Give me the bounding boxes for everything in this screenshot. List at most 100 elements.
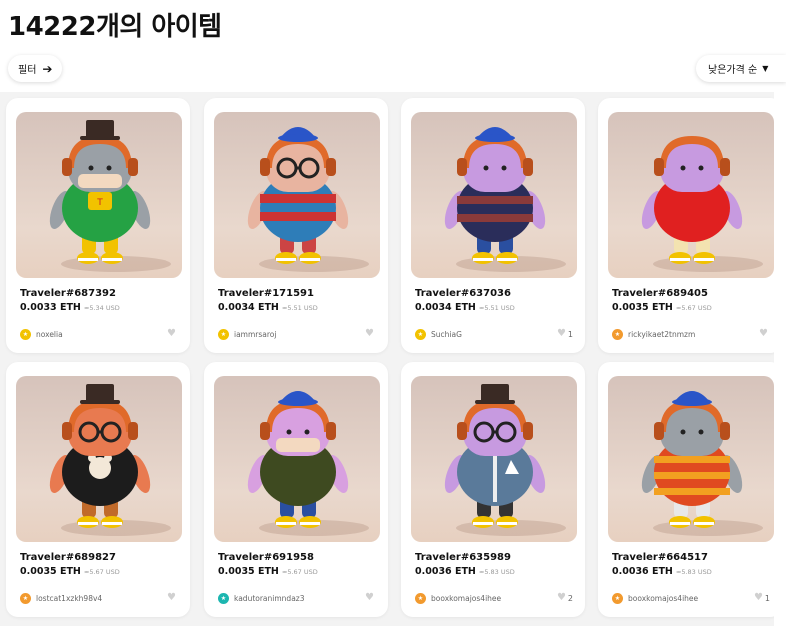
item-image[interactable] (16, 376, 182, 542)
price-usd: ≈5.67 USD (281, 568, 318, 576)
item-card[interactable]: T Traveler#687392 0.0033 ETH ≈5.34 USD ★ noxe… (6, 98, 190, 353)
item-image[interactable] (214, 112, 380, 278)
like-button[interactable]: ♥ (759, 329, 770, 339)
owner-name: booxkomajos4ihee (628, 594, 699, 603)
owner[interactable]: ★ booxkomajos4ihee (415, 593, 501, 604)
price-eth: 0.0034 ETH (415, 302, 476, 313)
like-count: 1 (567, 329, 573, 339)
svg-text:T: T (96, 198, 103, 208)
item-card[interactable]: Traveler#664517 0.0036 ETH ≈5.83 USD ★ booxk… (598, 362, 774, 617)
item-card[interactable]: Traveler#635989 0.0036 ETH ≈5.83 USD ★ booxk… (401, 362, 585, 617)
item-price: 0.0034 ETH ≈5.51 USD (415, 302, 515, 313)
owner-avatar: ★ (218, 593, 229, 604)
item-card[interactable]: Traveler#637036 0.0034 ETH ≈5.51 USD ★ Suchi… (401, 98, 585, 353)
item-price: 0.0034 ETH ≈5.51 USD (218, 302, 318, 313)
price-usd: ≈5.67 USD (83, 568, 120, 576)
owner-avatar: ★ (612, 593, 623, 604)
like-button[interactable]: ♥ (365, 329, 376, 339)
item-name: Traveler#687392 (20, 288, 116, 299)
owner-avatar: ★ (20, 329, 31, 340)
owner-avatar: ★ (415, 329, 426, 340)
sort-label: 낮은가격 순 (708, 65, 758, 76)
owner[interactable]: ★ rickyikaet2tnmzm (612, 329, 695, 340)
arrow-right-icon: ➔ (42, 61, 53, 76)
owner[interactable]: ★ booxkomajos4ihee (612, 593, 698, 604)
price-usd: ≈5.51 USD (281, 304, 318, 312)
item-name: Traveler#664517 (612, 552, 708, 563)
like-button[interactable]: ♥ (365, 593, 376, 603)
item-price: 0.0033 ETH ≈5.34 USD (20, 302, 120, 313)
owner-avatar: ★ (415, 593, 426, 604)
price-eth: 0.0033 ETH (20, 302, 81, 313)
heart-icon: ♥ (167, 328, 176, 339)
price-eth: 0.0036 ETH (612, 566, 673, 577)
heart-icon: ♥ (365, 328, 374, 339)
like-button[interactable]: ♥ 1 (754, 593, 770, 603)
item-image[interactable] (411, 376, 577, 542)
like-count: 2 (567, 593, 573, 603)
owner-avatar: ★ (20, 593, 31, 604)
filter-label: 필터 (18, 65, 37, 76)
item-card[interactable]: Traveler#691958 0.0035 ETH ≈5.67 USD ★ kadut… (204, 362, 388, 617)
item-name: Traveler#637036 (415, 288, 511, 299)
page-title: 14222개의 아이템 (8, 12, 222, 42)
price-usd: ≈5.83 USD (478, 568, 515, 576)
item-image[interactable] (411, 112, 577, 278)
owner-name: kadutoranimndaz3 (234, 594, 305, 603)
owner[interactable]: ★ noxelia (20, 329, 63, 340)
heart-icon: ♥ (556, 592, 566, 603)
owner[interactable]: ★ kadutoranimndaz3 (218, 593, 305, 604)
item-price: 0.0035 ETH ≈5.67 USD (218, 566, 318, 577)
item-name: Traveler#171591 (218, 288, 314, 299)
price-eth: 0.0035 ETH (218, 566, 279, 577)
heart-icon: ♥ (167, 592, 176, 603)
like-button[interactable]: ♥ (167, 593, 178, 603)
price-usd: ≈5.83 USD (675, 568, 712, 576)
item-card[interactable]: Traveler#689405 0.0035 ETH ≈5.67 USD ★ ricky… (598, 98, 774, 353)
like-button[interactable]: ♥ (167, 329, 178, 339)
like-count: 1 (764, 593, 770, 603)
item-name: Traveler#689827 (20, 552, 116, 563)
owner-name: noxelia (36, 330, 63, 339)
sort-dropdown[interactable]: 낮은가격 순 ▼ (696, 55, 786, 82)
price-usd: ≈5.34 USD (83, 304, 120, 312)
item-price: 0.0035 ETH ≈5.67 USD (612, 302, 712, 313)
owner-name: lostcat1xzkh98v4 (36, 594, 103, 603)
owner-avatar: ★ (612, 329, 623, 340)
item-image[interactable] (608, 376, 774, 542)
filter-button[interactable]: 필터 ➔ (8, 55, 63, 82)
item-name: Traveler#689405 (612, 288, 708, 299)
price-eth: 0.0036 ETH (415, 566, 476, 577)
item-image[interactable] (214, 376, 380, 542)
owner[interactable]: ★ lostcat1xzkh98v4 (20, 593, 102, 604)
price-usd: ≈5.67 USD (675, 304, 712, 312)
price-eth: 0.0035 ETH (20, 566, 81, 577)
caret-down-icon: ▼ (762, 64, 769, 73)
item-card[interactable]: Traveler#689827 0.0035 ETH ≈5.67 USD ★ lostc… (6, 362, 190, 617)
item-image[interactable]: T (16, 112, 182, 278)
item-card[interactable]: Traveler#171591 0.0034 ETH ≈5.51 USD ★ iammr… (204, 98, 388, 353)
price-eth: 0.0034 ETH (218, 302, 279, 313)
heart-icon: ♥ (759, 328, 768, 339)
heart-icon: ♥ (365, 592, 374, 603)
owner[interactable]: ★ iammrsaroj (218, 329, 276, 340)
item-name: Traveler#635989 (415, 552, 511, 563)
owner-name: SuchiaG (431, 330, 462, 339)
item-price: 0.0035 ETH ≈5.67 USD (20, 566, 120, 577)
item-price: 0.0036 ETH ≈5.83 USD (612, 566, 712, 577)
item-grid: T Traveler#687392 0.0033 ETH ≈5.34 USD ★ noxe… (0, 92, 774, 626)
like-button[interactable]: ♥ 2 (557, 593, 573, 603)
price-eth: 0.0035 ETH (612, 302, 673, 313)
price-usd: ≈5.51 USD (478, 304, 515, 312)
like-button[interactable]: ♥ 1 (557, 329, 573, 339)
owner[interactable]: ★ SuchiaG (415, 329, 462, 340)
item-image[interactable] (608, 112, 774, 278)
owner-avatar: ★ (218, 329, 229, 340)
owner-name: iammrsaroj (234, 330, 277, 339)
owner-name: booxkomajos4ihee (431, 594, 502, 603)
item-name: Traveler#691958 (218, 552, 314, 563)
heart-icon: ♥ (753, 592, 763, 603)
owner-name: rickyikaet2tnmzm (628, 330, 696, 339)
item-price: 0.0036 ETH ≈5.83 USD (415, 566, 515, 577)
heart-icon: ♥ (556, 328, 566, 339)
